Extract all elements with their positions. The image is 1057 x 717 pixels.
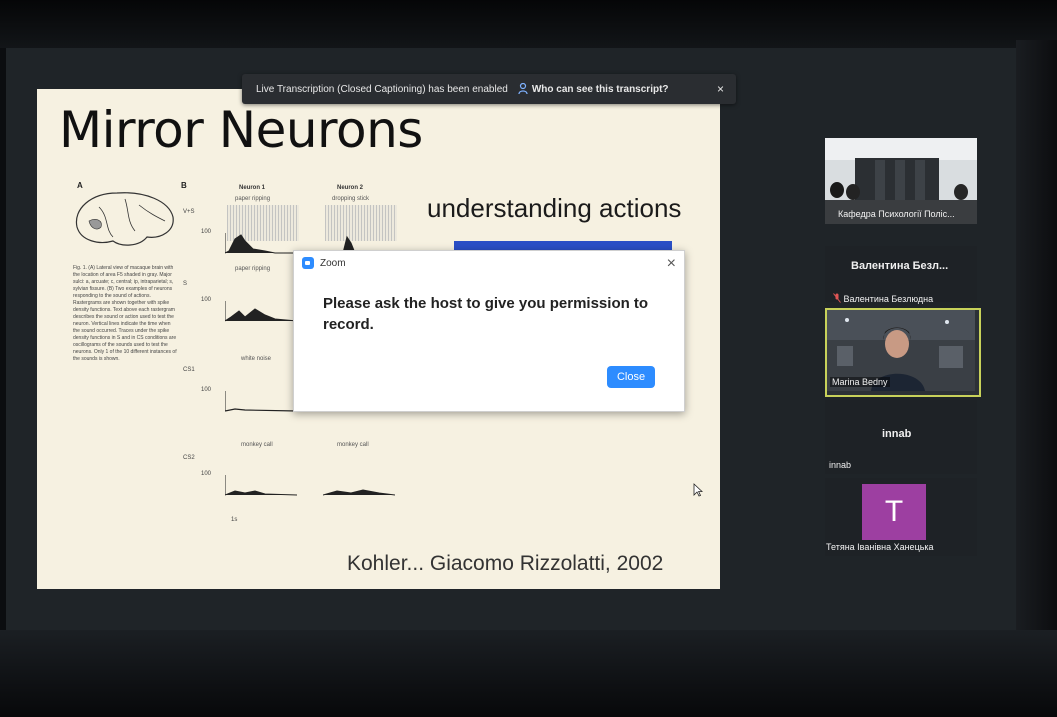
neuron2-header: Neuron 2 xyxy=(337,185,364,191)
y-tick-label: 100 xyxy=(201,471,212,477)
monitor-bezel-top xyxy=(0,0,1057,48)
condition-label: dropping stick xyxy=(332,196,370,202)
participant-label-tetiana: Тетяна Іванівна Ханецька xyxy=(826,542,934,552)
monitor-bezel-right xyxy=(1016,40,1057,717)
y-tick-label: 100 xyxy=(201,297,212,303)
zoom-logo-icon xyxy=(302,257,314,269)
avatar: T xyxy=(862,484,926,540)
participant-label-valentyna: Валентина Безлюдна xyxy=(833,293,933,304)
neuron1-header: Neuron 1 xyxy=(239,185,266,191)
spike-density-plot xyxy=(225,233,297,254)
macaque-brain-drawing xyxy=(75,192,174,246)
spike-density-plot xyxy=(225,301,297,322)
slide-subtitle: understanding actions xyxy=(427,193,682,223)
live-transcription-banner: Live Transcription (Closed Captioning) h… xyxy=(242,74,736,104)
condition-label: white noise xyxy=(241,356,272,362)
participant-label-innab: innab xyxy=(829,460,852,470)
banner-message: Live Transcription (Closed Captioning) h… xyxy=(256,83,508,95)
dialog-message: Please ask the host to give you permissi… xyxy=(323,295,649,333)
y-tick-label: 100 xyxy=(201,387,212,393)
participant-label-room: Кафедра Психології Поліс... xyxy=(838,209,955,219)
row-label-vs: V+S xyxy=(183,209,195,215)
person-info-icon xyxy=(518,83,528,95)
slide-citation: Kohler... Giacomo Rizzolatti, 2002 xyxy=(347,552,664,575)
banner-close-button[interactable]: × xyxy=(717,82,724,96)
participant-name-innab: innab xyxy=(882,428,912,440)
condition-label: paper ripping xyxy=(235,266,271,272)
dialog-close-icon[interactable]: × xyxy=(667,255,676,273)
condition-label: monkey call xyxy=(337,442,369,448)
row-label-cs2: CS2 xyxy=(183,455,195,461)
record-permission-dialog: Zoom × Please ask the host to give you p… xyxy=(293,250,685,412)
figure-panel-b-label: B xyxy=(181,181,187,190)
spike-density-plot xyxy=(323,489,395,496)
dialog-close-button[interactable]: Close xyxy=(607,366,655,388)
transcript-visibility-link[interactable]: Who can see this transcript? xyxy=(518,83,669,95)
mouse-cursor-icon xyxy=(693,483,703,497)
slide-title: Mirror Neurons xyxy=(59,101,423,159)
spike-density-plot xyxy=(225,475,297,496)
condition-label: paper ripping xyxy=(235,196,271,202)
participant-label-valentyna-text: Валентина Безлюдна xyxy=(843,294,934,304)
dialog-header: Zoom xyxy=(302,257,346,269)
participant-label-marina: Marina Bedny xyxy=(830,377,890,387)
time-scale-label: 1s xyxy=(231,517,238,523)
dialog-app-name: Zoom xyxy=(320,257,346,269)
spike-density-plot xyxy=(225,391,297,412)
row-label-cs1: CS1 xyxy=(183,367,195,373)
condition-label: monkey call xyxy=(241,442,273,448)
transcript-visibility-label: Who can see this transcript? xyxy=(531,83,669,95)
participant-name-valentyna: Валентина Безл... xyxy=(851,260,949,272)
mic-muted-icon xyxy=(833,293,841,303)
monitor-bezel-bottom xyxy=(0,630,1057,717)
y-tick-label: 100 xyxy=(201,229,212,235)
figure-caption: Fig. 1. (A) Lateral view of macaque brai… xyxy=(73,265,177,362)
row-label-s: S xyxy=(183,281,188,287)
